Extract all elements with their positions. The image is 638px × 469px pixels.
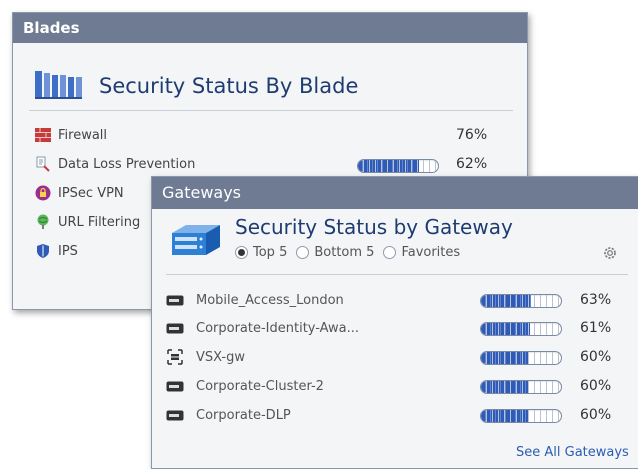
progress-bar — [480, 409, 562, 423]
gateway-label: Corporate-Cluster-2 — [196, 378, 324, 394]
gateway-percent: 61% — [580, 320, 612, 336]
gateway-row[interactable]: Corporate-Cluster-2 — [166, 374, 324, 398]
gateways-panel: Gateways Security Status by Gateway Top … — [151, 176, 638, 469]
globe-pin-icon — [35, 214, 51, 230]
see-all-gateways-link[interactable]: See All Gateways — [516, 445, 629, 460]
gateway-row[interactable]: Corporate-DLP — [166, 403, 291, 427]
blade-label: IPS — [58, 243, 78, 259]
gateways-header: Gateways — [152, 177, 638, 209]
gateway-label: Corporate-Identity-Awa... — [196, 320, 360, 336]
radio-button[interactable] — [296, 246, 310, 259]
gateway-percent: 60% — [580, 349, 612, 365]
blade-percent: 76% — [456, 127, 488, 143]
gear-icon[interactable] — [602, 245, 618, 265]
blade-label: IPSec VPN — [58, 185, 124, 201]
gateway-label: Mobile_Access_London — [196, 292, 344, 308]
blade-row-ipsec-vpn[interactable]: IPSec VPN — [35, 181, 124, 205]
divider — [29, 110, 513, 111]
gateway-label: Corporate-DLP — [196, 407, 291, 423]
blades-header: Blades — [13, 13, 527, 43]
radio-button[interactable] — [383, 246, 397, 259]
gateway-label: VSX-gw — [196, 349, 245, 365]
blade-row-firewall[interactable]: Firewall — [35, 123, 107, 147]
blade-row-dlp[interactable]: Data Loss Prevention — [35, 152, 195, 176]
gateway-row[interactable]: Mobile_Access_London — [166, 288, 344, 312]
blades-title: Security Status By Blade — [99, 74, 359, 98]
progress-bar — [480, 351, 562, 365]
gateway-percent: 63% — [580, 292, 612, 308]
lock-icon — [35, 185, 51, 201]
progress-bar — [480, 294, 562, 308]
blade-percent: 62% — [456, 156, 488, 172]
filter-favorites[interactable]: Favorites — [383, 245, 460, 260]
progress-bar — [480, 322, 562, 336]
gateways-title: Security Status by Gateway — [235, 215, 513, 239]
gateway-percent: 60% — [580, 378, 612, 394]
blades-title-row: Security Status By Blade — [33, 67, 358, 105]
gateway-icon — [166, 379, 184, 393]
blade-label: Firewall — [58, 127, 108, 143]
radio-button[interactable] — [235, 246, 248, 259]
gateway-server-icon — [166, 221, 222, 265]
gateway-icon — [166, 321, 184, 335]
gateway-icon — [166, 408, 184, 422]
divider — [166, 274, 628, 275]
blades-icon — [33, 67, 85, 105]
dlp-icon — [35, 156, 51, 172]
filter-bottom-5[interactable]: Bottom 5 — [296, 245, 374, 260]
filter-label: Top 5 — [253, 245, 288, 260]
gateway-filter-group: Top 5 Bottom 5 Favorites — [235, 245, 469, 260]
blade-row-url-filtering[interactable]: URL Filtering — [35, 210, 140, 234]
vsx-icon — [166, 349, 184, 365]
progress-bar — [357, 159, 439, 173]
blade-row-ips[interactable]: IPS — [35, 239, 78, 263]
gateway-icon — [166, 293, 184, 307]
shield-icon — [35, 243, 51, 259]
blade-label: URL Filtering — [58, 214, 141, 230]
progress-bar — [480, 380, 562, 394]
filter-label: Bottom 5 — [314, 245, 375, 260]
filter-top-5[interactable]: Top 5 — [235, 245, 287, 260]
gateway-percent: 60% — [580, 407, 612, 423]
blade-label: Data Loss Prevention — [58, 156, 196, 172]
gateway-row[interactable]: Corporate-Identity-Awa... — [166, 316, 359, 340]
filter-label: Favorites — [401, 245, 461, 260]
firewall-icon — [35, 127, 51, 143]
gateway-row[interactable]: VSX-gw — [166, 345, 245, 369]
